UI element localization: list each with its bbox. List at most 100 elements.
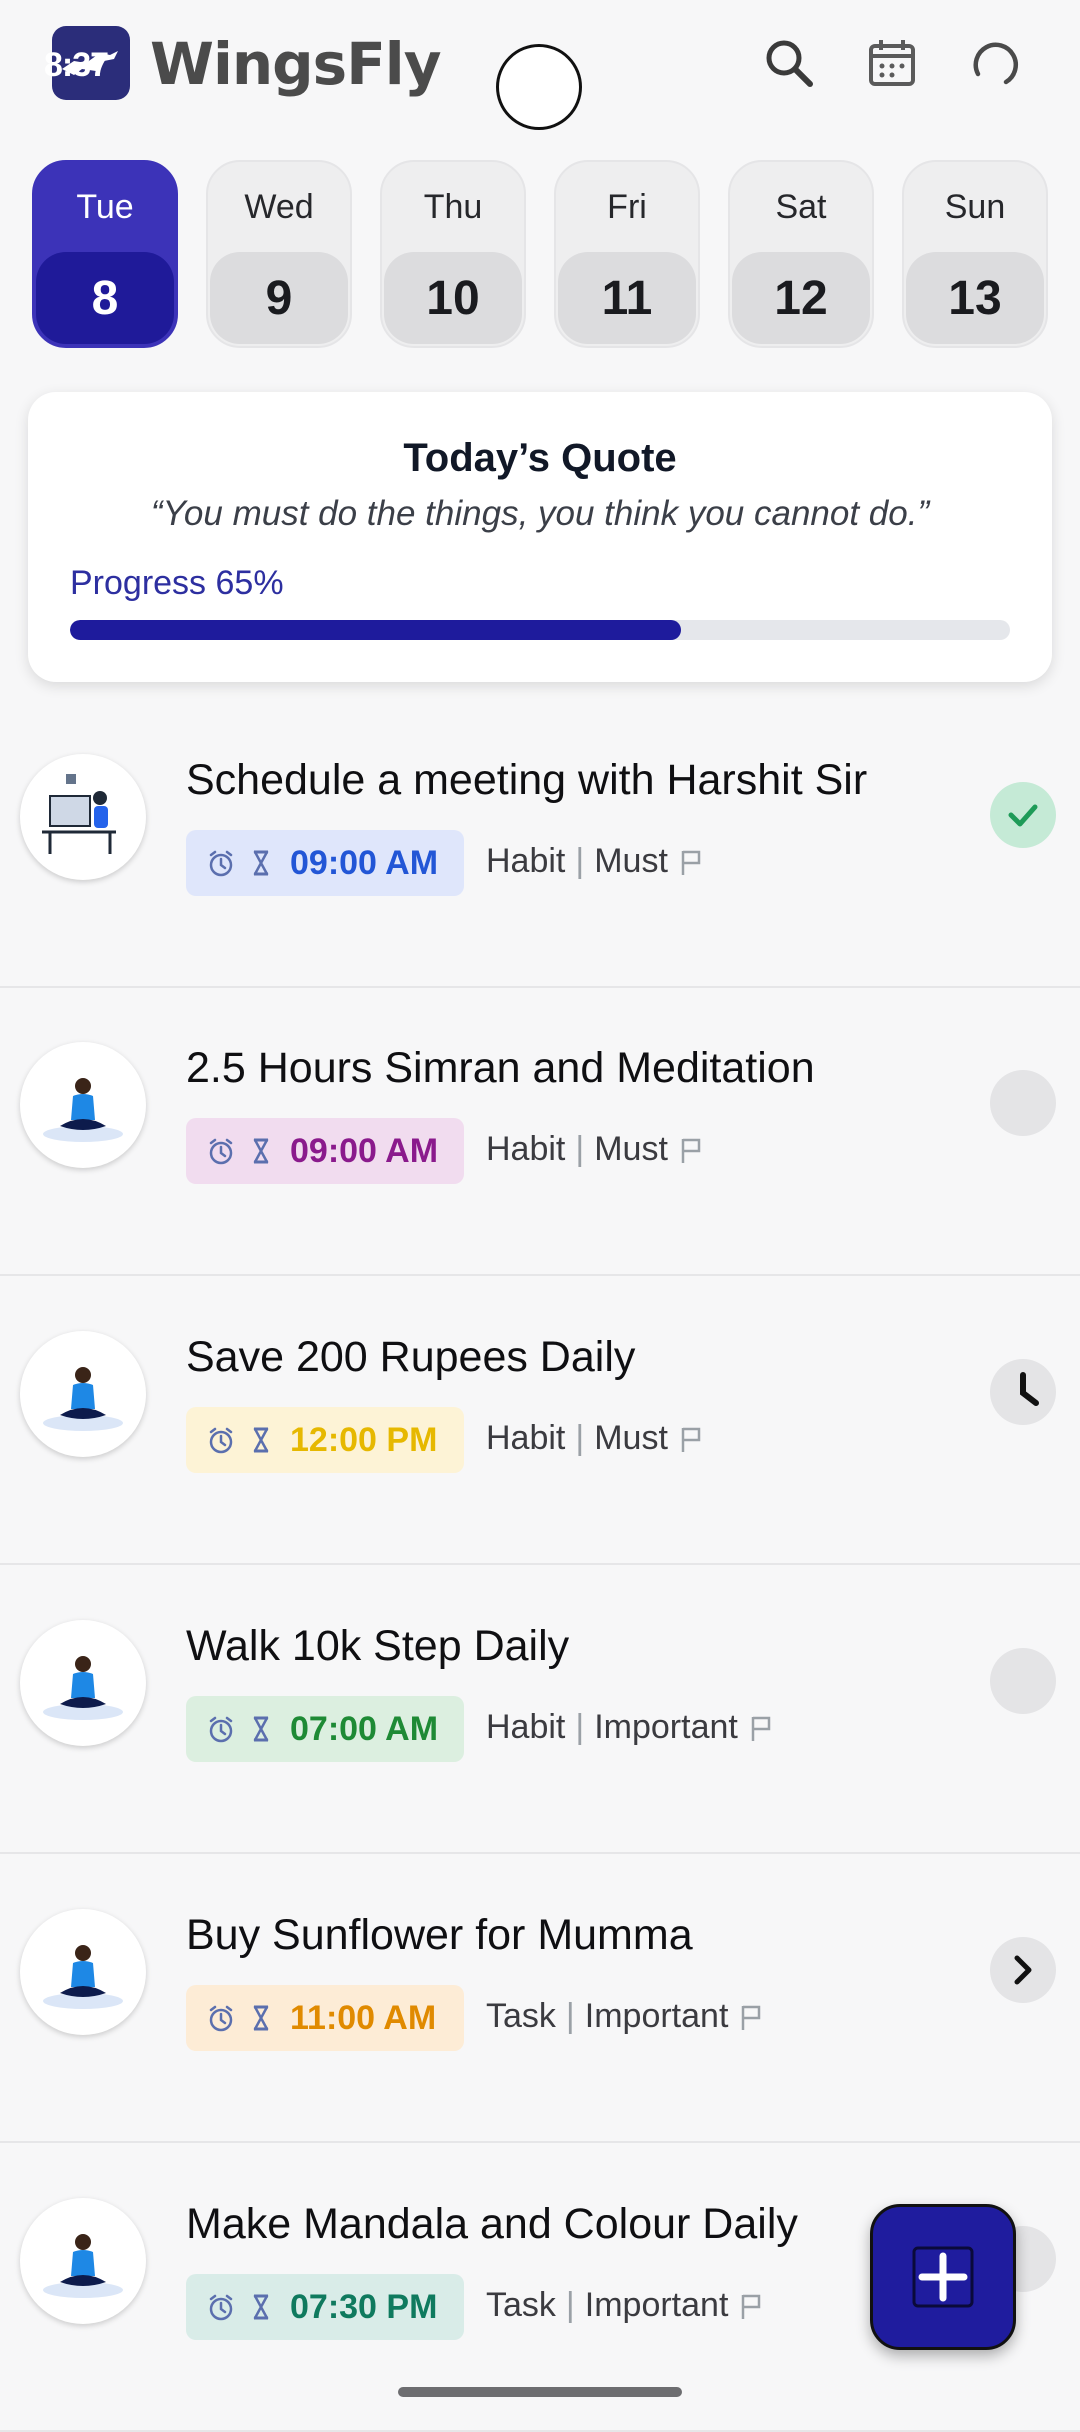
separator: | — [575, 1419, 585, 1457]
plus-icon — [912, 2246, 974, 2308]
day-name: Wed — [244, 188, 314, 226]
flag-icon — [681, 850, 701, 875]
status-time: 8:37 — [44, 46, 109, 84]
day-name: Tue — [76, 188, 134, 226]
task-title: Make Mandala and Colour Daily — [186, 2200, 798, 2248]
day-sat[interactable]: Sat 12 — [728, 160, 874, 348]
alarm-icon — [209, 2294, 233, 2321]
task-time: 12:00 PM — [290, 1420, 438, 1459]
day-number: 10 — [384, 252, 522, 344]
task-time: 09:00 AM — [290, 843, 439, 882]
task-status-toggle[interactable] — [990, 1937, 1056, 2003]
day-number: 12 — [732, 252, 870, 344]
task-avatar — [20, 2198, 146, 2324]
time-chip[interactable]: 07:00 AM — [186, 1696, 464, 1762]
day-wed[interactable]: Wed 9 — [206, 160, 352, 348]
task-avatar — [20, 1331, 146, 1457]
task-title: Save 200 Rupees Daily — [186, 1333, 636, 1381]
flag-icon — [751, 1716, 771, 1741]
task-meta: Habit | Must — [486, 1419, 704, 1458]
add-task-button[interactable] — [870, 2204, 1016, 2350]
app-name: WingsFly — [150, 30, 441, 98]
chevron-right-icon — [1014, 1955, 1032, 1985]
day-number: 11 — [558, 252, 696, 344]
day-thu[interactable]: Thu 10 — [380, 160, 526, 348]
task-row[interactable]: 2.5 Hours Simran and Meditation 09:00 AM H… — [0, 988, 1080, 1276]
hourglass-icon — [253, 1138, 269, 1164]
hourglass-icon — [253, 1716, 269, 1742]
hourglass-icon — [253, 850, 269, 876]
day-name: Sat — [775, 188, 827, 226]
clock-icon — [1020, 1372, 1039, 1406]
time-chip[interactable]: 09:00 AM — [186, 1118, 464, 1184]
task-avatar — [20, 754, 146, 880]
task-priority: Must — [594, 842, 668, 880]
alarm-icon — [209, 2005, 233, 2032]
separator: | — [565, 2286, 575, 2324]
check-icon — [1008, 804, 1038, 827]
flag-icon — [681, 1427, 701, 1452]
day-name: Thu — [423, 188, 483, 226]
task-type: Habit — [486, 1130, 566, 1168]
day-sun[interactable]: Sun 13 — [902, 160, 1048, 348]
task-status-toggle[interactable] — [990, 782, 1056, 848]
task-avatar — [20, 1620, 146, 1746]
progress-fill — [70, 620, 681, 640]
day-fri[interactable]: Fri 11 — [554, 160, 700, 348]
task-title: Schedule a meeting with Harshit Sir — [186, 756, 868, 804]
task-title: Buy Sunflower for Mumma — [186, 1911, 693, 1959]
time-chip[interactable]: 07:30 PM — [186, 2274, 464, 2340]
task-meta: Task | Important — [486, 2286, 764, 2325]
hourglass-icon — [253, 2294, 269, 2320]
hourglass-icon — [253, 2005, 269, 2031]
task-priority: Important — [584, 1997, 729, 2035]
task-row[interactable]: Schedule a meeting with Harshit Sir 09:00… — [0, 700, 1080, 988]
separator: | — [575, 1708, 585, 1746]
separator: | — [575, 1130, 585, 1168]
hourglass-icon — [253, 1427, 269, 1453]
task-type: Task — [486, 2286, 556, 2324]
task-type: Habit — [486, 1419, 566, 1457]
task-meta: Task | Important — [486, 1997, 764, 2036]
task-priority: Important — [584, 2286, 729, 2324]
task-row[interactable]: Buy Sunflower for Mumma 11:00 AM Task | Impo… — [0, 1855, 1080, 2143]
progress-bar — [70, 620, 1010, 640]
task-priority: Must — [594, 1419, 668, 1457]
alarm-icon — [209, 1427, 233, 1454]
day-name: Fri — [607, 188, 647, 226]
day-selector: Tue 8 Wed 9 Thu 10 Fri 11 Sat 12 Sun 13 — [32, 160, 1048, 350]
camera-cutout — [496, 44, 582, 130]
app-header: 8:37 WingsFly — [0, 0, 1080, 140]
home-indicator[interactable] — [398, 2387, 682, 2397]
flag-icon — [742, 2294, 761, 2319]
search-icon[interactable] — [760, 34, 820, 94]
task-meta: Habit | Must — [486, 1130, 704, 1169]
day-number: 13 — [906, 252, 1044, 344]
task-type: Habit — [486, 1708, 566, 1746]
task-status-toggle[interactable] — [990, 1070, 1056, 1136]
task-meta: Habit | Important — [486, 1708, 774, 1747]
quote-title: Today’s Quote — [403, 436, 677, 480]
task-status-toggle[interactable] — [990, 1648, 1056, 1714]
separator: | — [565, 1997, 575, 2035]
task-avatar — [20, 1042, 146, 1168]
task-title: 2.5 Hours Simran and Meditation — [186, 1044, 815, 1092]
task-avatar — [20, 1909, 146, 2035]
time-chip[interactable]: 11:00 AM — [186, 1985, 464, 2051]
profile-ring-icon[interactable] — [966, 34, 1026, 94]
task-time: 11:00 AM — [290, 1998, 437, 2037]
flag-icon — [681, 1138, 701, 1163]
task-time: 09:00 AM — [290, 1131, 439, 1170]
task-row[interactable]: Save 200 Rupees Daily 12:00 PM Habit | Must — [0, 1277, 1080, 1565]
time-chip[interactable]: 09:00 AM — [186, 830, 464, 896]
calendar-icon[interactable] — [864, 34, 924, 94]
task-meta: Habit | Must — [486, 842, 704, 881]
task-title: Walk 10k Step Daily — [186, 1622, 570, 1670]
time-chip[interactable]: 12:00 PM — [186, 1407, 464, 1473]
day-tue[interactable]: Tue 8 — [32, 160, 178, 348]
progress-label: Progress 65% — [70, 564, 284, 602]
alarm-icon — [209, 1716, 233, 1743]
task-row[interactable]: Walk 10k Step Daily 07:00 AM Habit | Importa… — [0, 1566, 1080, 1854]
task-status-toggle[interactable] — [990, 1359, 1056, 1425]
day-number: 9 — [210, 252, 348, 344]
